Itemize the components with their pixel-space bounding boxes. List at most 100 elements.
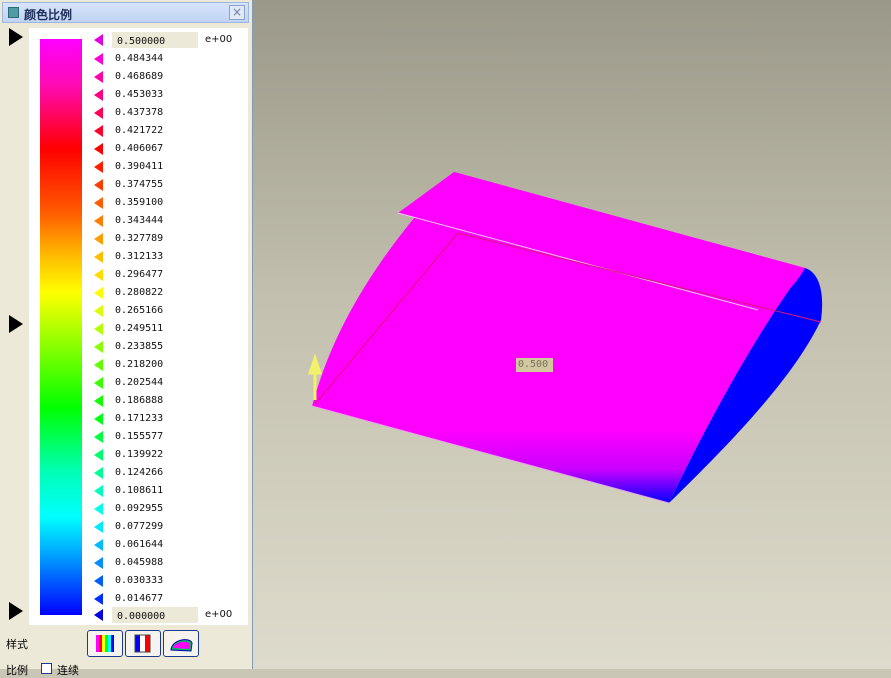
legend-value: 0.296477 [115,269,164,280]
lower-limit-marker[interactable] [9,602,23,620]
color-marker[interactable] [94,413,103,425]
panel-titlebar: 颜色比例 × [2,2,249,23]
legend-value: 0.406067 [115,143,164,154]
legend-value: 0.312133 [115,251,164,262]
continuous-label: 连续 [57,664,79,677]
color-marker[interactable] [94,143,103,155]
color-marker[interactable] [94,71,103,83]
legend-value: 0.327789 [115,233,164,244]
color-marker[interactable] [94,557,103,569]
color-marker[interactable] [94,467,103,479]
color-marker[interactable] [94,449,103,461]
legend-value-row: 0.077299 [29,518,248,536]
bar-style-icon [134,634,151,653]
legend-value: 0.030333 [115,575,164,586]
color-marker[interactable] [94,485,103,497]
legend-value-row: 0.468689 [29,68,248,86]
color-marker[interactable] [94,323,103,335]
legend-value-row: 0.155577 [29,428,248,446]
surface-style-button[interactable] [163,630,199,657]
model-graphic [307,172,823,504]
legend-value-row: 0.421722 [29,122,248,140]
surface-style-icon [170,639,193,652]
color-marker[interactable] [94,251,103,263]
model-viewport[interactable]: 0.500 [253,0,891,669]
legend-value: 0.390411 [115,161,164,172]
legend-value-row: 0.061644 [29,536,248,554]
color-marker[interactable] [94,593,103,605]
legend-value-row: 0.312133 [29,248,248,266]
legend-value: 0.421722 [115,125,164,136]
color-marker[interactable] [94,179,103,191]
legend-value-row: 0.171233 [29,410,248,428]
legend-value-row: 0.030333 [29,572,248,590]
legend-value-row: 0.124266 [29,464,248,482]
legend-value: 0.061644 [115,539,164,550]
color-marker[interactable] [94,215,103,227]
min-color-marker[interactable] [94,609,103,621]
legend-value: 0.233855 [115,341,164,352]
color-marker[interactable] [94,89,103,101]
legend-value-row: 0.233855 [29,338,248,356]
legend-value-row: 0.359100 [29,194,248,212]
panel-title: 颜色比例 [24,8,73,22]
min-value-input[interactable] [112,607,198,623]
color-legend: 0.484344 0.468689 0.453033 0.437378 0.421722… [29,28,248,625]
color-marker[interactable] [94,521,103,533]
color-marker[interactable] [94,107,103,119]
close-button[interactable]: × [229,5,245,20]
color-marker[interactable] [94,287,103,299]
legend-value: 0.484344 [115,53,164,64]
color-marker[interactable] [94,377,103,389]
color-marker[interactable] [94,269,103,281]
color-marker[interactable] [94,305,103,317]
color-marker[interactable] [94,53,103,65]
legend-value: 0.265166 [115,305,164,316]
legend-value-row: 0.374755 [29,176,248,194]
legend-value: 0.249511 [115,323,164,334]
legend-value-row: 0.343444 [29,212,248,230]
legend-value: 0.124266 [115,467,164,478]
color-marker[interactable] [94,125,103,137]
color-marker[interactable] [94,503,103,515]
legend-value: 0.453033 [115,89,164,100]
color-scale-panel: 颜色比例 × 0.484344 0.468689 0.453033 0.437378 0… [0,0,253,677]
surface-value-label: 0.500 [518,359,549,370]
legend-value-row: 0.218200 [29,356,248,374]
color-marker[interactable] [94,395,103,407]
legend-value: 0.437378 [115,107,164,118]
legend-value: 0.171233 [115,413,164,424]
legend-value: 0.077299 [115,521,164,532]
legend-value: 0.343444 [115,215,164,226]
color-marker[interactable] [94,161,103,173]
max-value-input[interactable] [112,32,198,48]
spectrum-style-button[interactable] [87,630,123,657]
middle-marker[interactable] [9,315,23,333]
color-marker[interactable] [94,341,103,353]
color-marker[interactable] [94,233,103,245]
color-marker[interactable] [94,197,103,209]
legend-value-row: 0.390411 [29,158,248,176]
legend-value: 0.092955 [115,503,164,514]
legend-value-row: 0.265166 [29,302,248,320]
max-color-marker[interactable] [94,34,103,46]
color-marker[interactable] [94,431,103,443]
legend-value-row: 0.437378 [29,104,248,122]
legend-value: 0.108611 [115,485,164,496]
legend-value: 0.468689 [115,71,164,82]
legend-value: 0.186888 [115,395,164,406]
legend-value-row: 0.249511 [29,320,248,338]
color-marker[interactable] [94,575,103,587]
legend-value-row: 0.092955 [29,500,248,518]
legend-value: 0.280822 [115,287,164,298]
upper-limit-marker[interactable] [9,28,23,46]
legend-value-row: 0.280822 [29,284,248,302]
legend-value: 0.218200 [115,359,164,370]
bar-style-button[interactable] [125,630,161,657]
legend-value: 0.155577 [115,431,164,442]
legend-value-row: 0.045988 [29,554,248,572]
spectrum-style-icon [96,635,114,652]
color-marker[interactable] [94,359,103,371]
color-marker[interactable] [94,539,103,551]
max-exponent: e+00 [205,34,233,45]
